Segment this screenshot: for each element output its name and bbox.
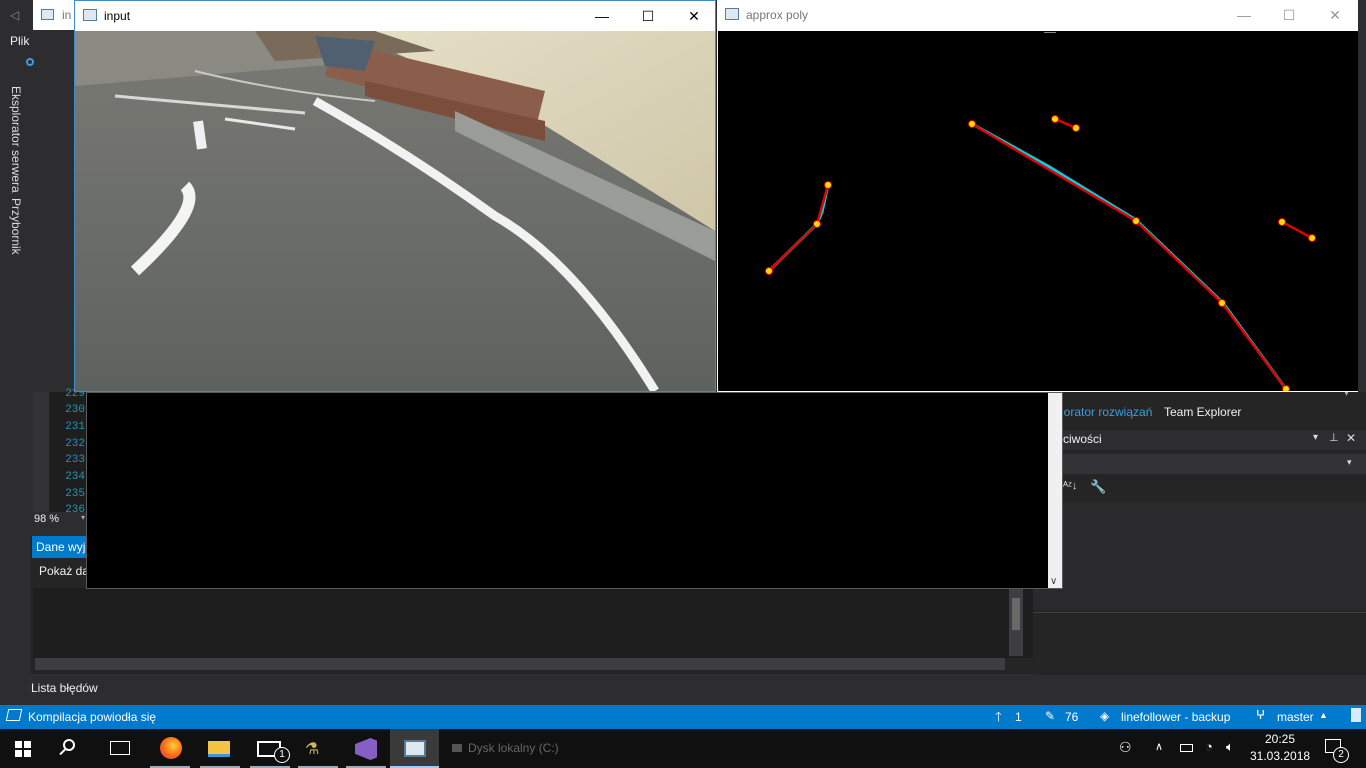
zoom-level[interactable]: 98 % ▾ xyxy=(33,512,86,528)
branch-icon: ⵖ xyxy=(1256,708,1266,722)
sort-alpha-icon[interactable]: ᴬᶻ↓ xyxy=(1063,480,1077,492)
console-window[interactable]: ∨ xyxy=(86,392,1063,589)
line-number: 230 xyxy=(65,404,85,416)
input-window-title: input xyxy=(104,9,131,23)
firefox-icon[interactable] xyxy=(160,737,182,759)
background-window-tab[interactable]: in xyxy=(33,0,75,30)
volume-icon[interactable]: 🔈︎ xyxy=(1226,739,1234,755)
pin-icon[interactable]: ⊥ xyxy=(1329,431,1339,444)
line-number: 231 xyxy=(65,421,85,433)
people-icon[interactable]: ⚇ xyxy=(1119,739,1132,756)
properties-grid xyxy=(1033,502,1366,610)
close-button[interactable]: ✕ xyxy=(671,1,717,31)
battery-icon[interactable] xyxy=(1180,744,1193,752)
background-window-title: in xyxy=(62,8,72,22)
wrench-icon[interactable]: 🔧 xyxy=(1090,479,1106,495)
build-status: Kompilacja powiodła się xyxy=(28,710,157,724)
camera-frame-image xyxy=(75,31,715,391)
close-icon[interactable]: ✕ xyxy=(1346,431,1356,445)
editor-gutter xyxy=(33,392,49,512)
line-number: 235 xyxy=(65,488,85,500)
maximize-button[interactable]: ☐ xyxy=(625,1,671,31)
opencv-window-taskbar-icon[interactable] xyxy=(390,729,439,768)
minimize-button[interactable]: — xyxy=(579,1,625,31)
properties-object-select[interactable]: ▾ xyxy=(1033,454,1366,474)
notification-bell-icon[interactable] xyxy=(1351,708,1361,722)
tab-team-explorer[interactable]: Team Explorer xyxy=(1164,405,1241,419)
properties-description xyxy=(1033,612,1366,675)
output-window-icon[interactable] xyxy=(5,709,23,721)
line-number: 234 xyxy=(65,471,85,483)
unpublished-commits-count[interactable]: 1 xyxy=(1015,710,1022,724)
horizontal-scrollbar[interactable] xyxy=(35,658,1005,670)
approx-poly-window[interactable]: approx poly — ☐ ✕ xyxy=(717,0,1358,392)
branch-name[interactable]: master xyxy=(1277,710,1314,724)
search-icon[interactable] xyxy=(59,739,75,756)
vs-logo-icon: ◁ xyxy=(10,8,20,22)
minimize-button[interactable]: — xyxy=(1221,0,1267,30)
chevron-down-icon: ▾ xyxy=(81,513,86,522)
dropdown-arrow-icon[interactable]: ▾ xyxy=(1313,432,1318,443)
repository-name[interactable]: linefollower - backup xyxy=(1121,710,1230,724)
start-windows-icon[interactable] xyxy=(15,741,31,757)
output-source-label: Pokaż da xyxy=(39,564,90,578)
status-bar: Kompilacja powiodła się 🡑 1 ✎ 76 ◈ linef… xyxy=(0,705,1366,729)
search-dot-icon xyxy=(26,58,34,66)
taskbar: 1 ⚗ Dysk lokalny (C:) ⚇ ∧ ◔ 🔈︎ 20:25 31.… xyxy=(0,729,1366,768)
pending-changes-count[interactable]: 76 xyxy=(1065,710,1078,724)
arrow-up-icon: 🡑 xyxy=(995,709,1002,724)
clock[interactable]: 20:25 31.03.2018 xyxy=(1250,731,1310,765)
clock-date: 31.03.2018 xyxy=(1250,749,1311,763)
maximize-button[interactable]: ☐ xyxy=(1266,0,1312,30)
pencil-icon: ✎ xyxy=(1045,709,1056,723)
notification-count-badge: 2 xyxy=(1333,747,1349,763)
input-window[interactable]: input — ☐ ✕ xyxy=(74,0,716,392)
properties-header: ciwości ▾ ⊥ ✕ xyxy=(1033,430,1366,450)
tab-output[interactable]: Dane wyj xyxy=(32,536,87,558)
toolbox-tab[interactable]: Przybornik xyxy=(9,198,23,255)
approx-window-title: approx poly xyxy=(746,8,809,22)
vertical-scrollbar[interactable] xyxy=(1009,588,1023,656)
line-number: 233 xyxy=(65,454,85,466)
chevron-down-icon: ∨ xyxy=(1050,576,1058,587)
polygon-approx-image xyxy=(718,31,1358,391)
output-content[interactable] xyxy=(33,588,1033,658)
console-scrollbar[interactable]: ∨ xyxy=(1048,393,1062,588)
window-icon xyxy=(83,9,97,21)
clock-time: 20:25 xyxy=(1264,732,1296,746)
error-list-tab[interactable]: Lista błędów xyxy=(31,681,98,695)
mail-badge: 1 xyxy=(274,747,290,763)
menu-file[interactable]: Plik xyxy=(10,34,29,48)
chevron-down-icon: ▾ xyxy=(1347,457,1352,467)
file-explorer-icon[interactable] xyxy=(208,741,230,757)
visual-studio-icon[interactable] xyxy=(355,738,377,760)
window-icon xyxy=(725,8,739,20)
wifi-icon[interactable]: ◔ xyxy=(1205,739,1213,754)
approx-titlebar[interactable]: approx poly — ☐ ✕ xyxy=(717,0,1358,30)
chevron-up-icon: ▲ xyxy=(1319,710,1328,720)
input-titlebar[interactable]: input — ☐ ✕ xyxy=(75,1,715,31)
line-number: 236 xyxy=(65,504,85,512)
tab-solution-explorer[interactable]: lorator rozwiązań xyxy=(1061,405,1152,419)
drive-label: Dysk lokalny (C:) xyxy=(452,741,559,755)
server-explorer-tab[interactable]: Eksplorator serwera xyxy=(9,86,23,193)
repo-icon: ◈ xyxy=(1100,709,1110,723)
window-icon xyxy=(41,9,54,20)
arduino-icon[interactable]: ⚗ xyxy=(305,739,329,759)
right-panel: lorator rozwiązań Team Explorer ciwości … xyxy=(1033,392,1366,675)
close-button[interactable]: ✕ xyxy=(1312,0,1358,30)
vs-left-strip: ◁ Plik Eksplorator serwera Przybornik xyxy=(0,0,34,705)
line-number: 232 xyxy=(65,438,85,450)
show-hidden-icons-chevron[interactable]: ∧ xyxy=(1155,740,1163,753)
task-view-icon[interactable] xyxy=(110,741,130,755)
drive-icon xyxy=(452,744,462,752)
